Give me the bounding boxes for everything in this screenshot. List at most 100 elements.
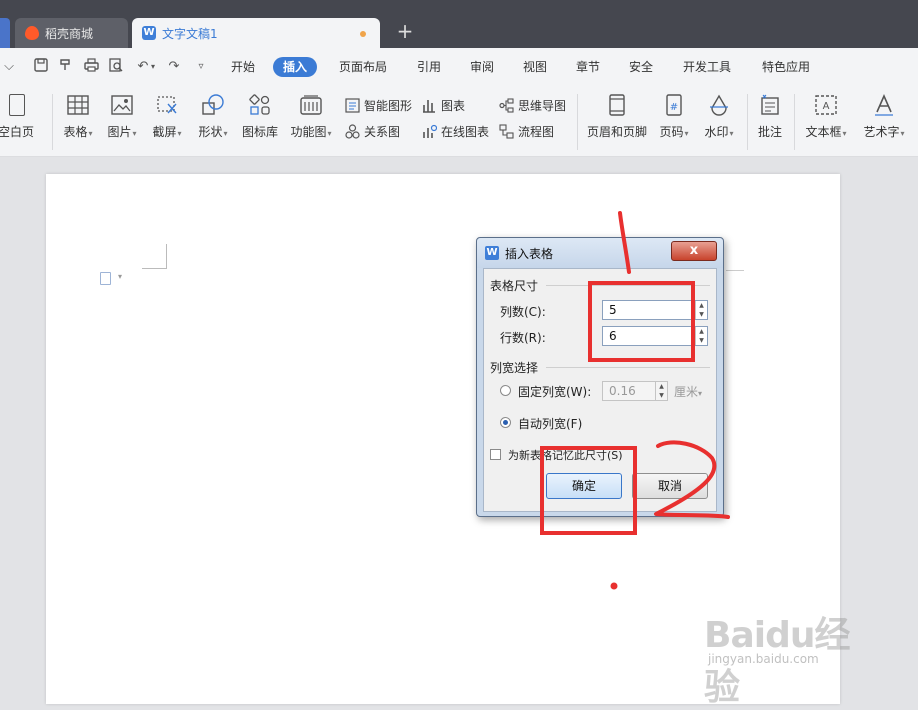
button-label: 表格 <box>63 125 88 139</box>
columns-value: 5 <box>609 303 617 317</box>
menu-insert[interactable]: 插入 <box>273 57 318 77</box>
format-painter-icon[interactable] <box>56 58 74 76</box>
menu-view[interactable]: 视图 <box>523 57 547 77</box>
fixed-width-input[interactable]: 0.16 ▲ ▼ <box>602 381 668 401</box>
button-label: 流程图 <box>518 124 555 139</box>
auto-width-radio[interactable] <box>500 417 511 428</box>
chevron-down-icon[interactable]: ▾ <box>148 58 158 76</box>
textbox-button[interactable]: A 文本框▾ <box>802 92 850 148</box>
redo-icon[interactable]: ↷ <box>165 58 183 76</box>
comment-button[interactable]: 批注 <box>754 92 786 148</box>
wordart-icon <box>873 94 895 116</box>
menu-references[interactable]: 引用 <box>417 57 441 77</box>
mind-map-button[interactable]: 思维导图 <box>499 96 566 114</box>
spinner-arrows[interactable]: ▲ ▼ <box>695 301 707 319</box>
icon-library-icon <box>249 94 271 116</box>
menu-start[interactable]: 开始 <box>231 57 255 77</box>
print-icon[interactable] <box>82 58 100 76</box>
divider <box>794 94 795 150</box>
menu-special[interactable]: 特色应用 <box>762 57 810 77</box>
picture-button[interactable]: 图片▾ <box>104 92 140 148</box>
flowchart-icon <box>499 123 514 139</box>
comment-icon <box>759 94 781 116</box>
remember-size-label: 为新表格记忆此尺寸(S) <box>508 449 623 462</box>
rows-label: 行数(R): <box>500 331 546 345</box>
print-preview-icon[interactable] <box>107 58 125 76</box>
online-chart-icon <box>422 124 438 139</box>
tab-edge[interactable] <box>0 18 10 48</box>
header-footer-button[interactable]: 页眉和页脚 <box>584 92 650 148</box>
chevron-down-icon[interactable]: ▾ <box>118 272 122 281</box>
textbox-icon: A <box>815 94 837 116</box>
save-icon[interactable] <box>32 58 50 76</box>
tab-document[interactable]: W 文字文稿1 <box>132 18 380 48</box>
button-label: 智能图形 <box>364 98 413 113</box>
svg-text:#: # <box>670 102 678 113</box>
shape-icon <box>202 94 224 116</box>
button-label: 在线图表 <box>441 124 490 139</box>
spinner-arrows[interactable]: ▲ ▼ <box>695 327 707 345</box>
screenshot-button[interactable]: 截屏▾ <box>148 92 186 148</box>
wordart-button[interactable]: 艺术字▾ <box>858 92 910 148</box>
smart-shape-button[interactable]: 智能图形 <box>345 96 412 114</box>
watermark-icon <box>708 94 730 116</box>
button-label: 功能图 <box>290 125 327 139</box>
button-label: 艺术字 <box>863 125 900 139</box>
wps-writer-icon: W <box>485 246 499 260</box>
blank-page-icon <box>5 94 27 116</box>
button-label: 图片 <box>107 125 132 139</box>
dialog-title-bar[interactable]: W 插入表格 x <box>477 238 723 268</box>
unit-select[interactable]: 厘米▾ <box>674 383 702 400</box>
customize-toolbar-icon[interactable]: ▿ <box>192 58 210 76</box>
function-chart-button[interactable]: 功能图▾ <box>288 92 334 148</box>
button-label: 截屏 <box>152 125 177 139</box>
margin-corner-mark <box>142 244 167 269</box>
rows-input[interactable]: 6 ▲ ▼ <box>602 326 708 346</box>
wps-writer-icon: W <box>142 26 156 40</box>
button-label: 关系图 <box>364 124 401 139</box>
new-tab-button[interactable]: + <box>394 20 416 42</box>
button-label: 页码 <box>659 125 684 139</box>
remember-size-checkbox[interactable] <box>490 449 501 460</box>
menu-security[interactable]: 安全 <box>629 57 653 77</box>
spinner-arrows[interactable]: ▲ ▼ <box>655 382 667 400</box>
dialog-title: 插入表格 <box>505 247 554 261</box>
flowchart-button[interactable]: 流程图 <box>499 122 554 140</box>
cancel-button[interactable]: 取消 <box>632 473 708 499</box>
chart-button[interactable]: 图表 <box>422 96 465 114</box>
unsaved-dot <box>360 31 366 37</box>
blank-page-button[interactable]: 空白页 <box>0 92 36 148</box>
shape-button[interactable]: 形状▾ <box>194 92 232 148</box>
paragraph-handle-icon[interactable] <box>100 272 111 285</box>
margin-line <box>726 270 744 271</box>
page-number-button[interactable]: # 页码▾ <box>655 92 693 148</box>
icon-library-button[interactable]: 图标库 <box>240 92 280 148</box>
button-label: 图表 <box>441 98 466 113</box>
menu-bar: ⌵ ↶ ▾ ↷ ▿ 开始 插入 页面布局 引用 审阅 视图 章节 安全 开发工具… <box>0 48 918 87</box>
bar-chart-icon <box>422 98 437 113</box>
menu-page-layout[interactable]: 页面布局 <box>339 57 387 77</box>
mind-map-icon <box>499 97 514 113</box>
menu-review[interactable]: 审阅 <box>470 57 494 77</box>
online-chart-button[interactable]: 在线图表 <box>422 122 489 140</box>
watermark-url: jingyan.baidu.com <box>708 652 819 666</box>
flame-icon <box>25 26 39 40</box>
table-icon <box>67 94 89 116</box>
smart-shape-icon <box>345 97 360 113</box>
table-button[interactable]: 表格▾ <box>60 92 96 148</box>
fixed-width-radio[interactable] <box>500 385 511 396</box>
divider <box>546 285 710 286</box>
chevron-down-icon[interactable]: ⌵ <box>0 58 18 76</box>
relation-chart-button[interactable]: 关系图 <box>345 122 400 140</box>
ok-button[interactable]: 确定 <box>546 473 622 499</box>
menu-developer[interactable]: 开发工具 <box>683 57 731 77</box>
close-button[interactable]: x <box>671 241 717 261</box>
table-size-heading: 表格尺寸 <box>490 279 539 293</box>
tab-label: 文字文稿1 <box>162 26 218 41</box>
columns-input[interactable]: 5 ▲ ▼ <box>602 300 708 320</box>
tab-docer-store[interactable]: 稻壳商城 <box>15 18 128 48</box>
watermark-button[interactable]: 水印▾ <box>700 92 738 148</box>
column-width-heading: 列宽选择 <box>490 361 539 375</box>
button-label: 水印 <box>704 125 729 139</box>
menu-chapter[interactable]: 章节 <box>576 57 600 77</box>
